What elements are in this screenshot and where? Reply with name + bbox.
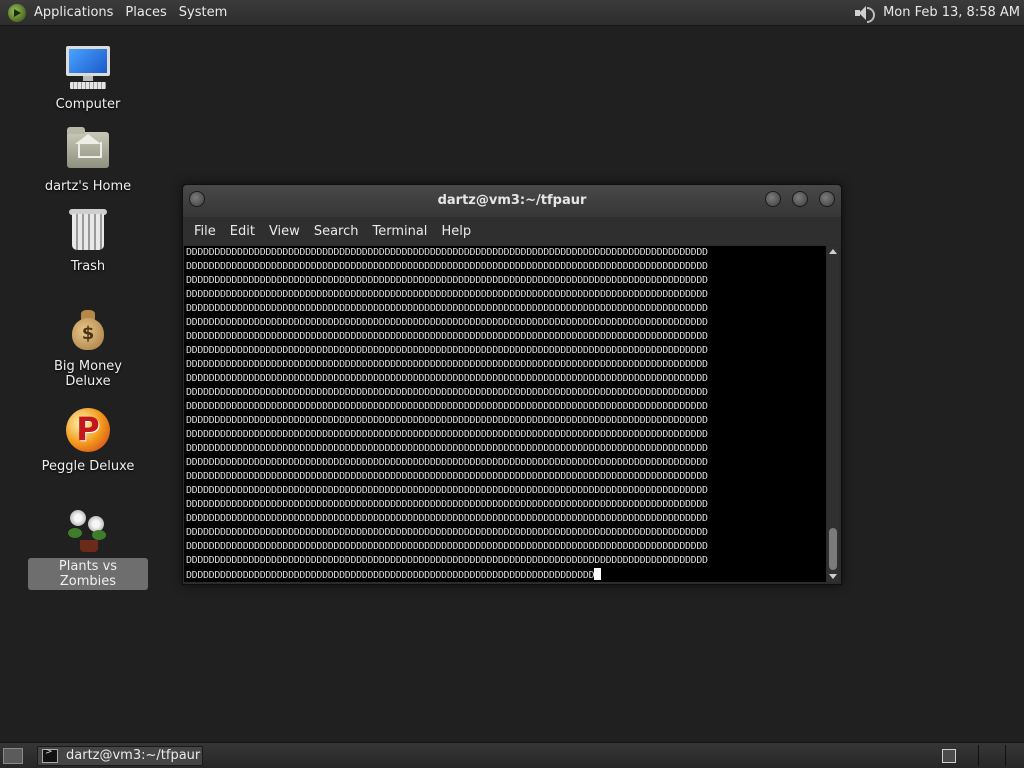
home-folder-icon [64, 126, 112, 174]
clock[interactable]: Mon Feb 13, 8:58 AM [883, 5, 1020, 20]
menu-view[interactable]: View [269, 224, 300, 239]
desktop-icon-computer[interactable]: Computer [28, 44, 148, 113]
minimize-button[interactable] [765, 191, 781, 207]
menu-edit[interactable]: Edit [230, 224, 255, 239]
trash-icon [64, 206, 112, 254]
places-menu[interactable]: Places [125, 5, 174, 20]
computer-icon [64, 44, 112, 92]
scroll-down-arrow-icon[interactable] [829, 574, 837, 579]
desktop-icon-label: dartz's Home [44, 179, 132, 194]
applications-menu[interactable]: Applications [34, 5, 121, 20]
desktop-icon-trash[interactable]: Trash [28, 206, 148, 275]
scrollbar-thumb[interactable] [829, 528, 837, 570]
show-desktop-icon[interactable] [3, 747, 23, 764]
top-panel-tray: Mon Feb 13, 8:58 AM [853, 0, 1020, 25]
terminal-window[interactable]: dartz@vm3:~/tfpaur File Edit View Search… [182, 184, 842, 585]
window-title: dartz@vm3:~/tfpaur [437, 193, 587, 208]
menu-help[interactable]: Help [441, 224, 471, 239]
close-button[interactable] [819, 191, 835, 207]
bottom-panel: dartz@vm3:~/tfpaur [0, 742, 1024, 768]
taskbar-window-button[interactable]: dartz@vm3:~/tfpaur [37, 745, 203, 766]
top-panel: Applications Places System Mon Feb 13, 8… [0, 0, 1024, 26]
menu-file[interactable]: File [194, 224, 216, 239]
terminal-scrollbar[interactable] [827, 246, 839, 582]
terminal-icon [42, 747, 58, 763]
desktop-icon-big-money[interactable]: $ Big Money Deluxe [28, 306, 148, 390]
maximize-button[interactable] [792, 191, 808, 207]
taskbar-window-label: dartz@vm3:~/tfpaur [66, 748, 201, 763]
desktop-icon-plants-vs-zombies[interactable]: Plants vs Zombies [28, 506, 148, 590]
desktop-icon-peggle[interactable]: P Peggle Deluxe [28, 406, 148, 475]
workspace-separator [978, 745, 979, 766]
desktop-icon-label: Computer [55, 97, 121, 112]
menu-search[interactable]: Search [314, 224, 359, 239]
money-bag-icon: $ [64, 306, 112, 354]
desktop-icon-label: Peggle Deluxe [41, 459, 135, 474]
terminal-menubar: File Edit View Search Terminal Help [183, 217, 841, 245]
terminal-output[interactable]: DDDDDDDDDDDDDDDDDDDDDDDDDDDDDDDDDDDDDDDD… [184, 246, 826, 582]
plants-vs-zombies-icon [64, 506, 112, 554]
scroll-up-arrow-icon[interactable] [829, 249, 837, 254]
terminal-text: DDDDDDDDDDDDDDDDDDDDDDDDDDDDDDDDDDDDDDDD… [186, 247, 708, 581]
desktop-icon-label: Big Money Deluxe [53, 359, 122, 389]
system-menu[interactable]: System [179, 5, 235, 20]
desktop-icon-label: Plants vs Zombies [28, 558, 148, 590]
menu-terminal[interactable]: Terminal [372, 224, 427, 239]
terminal-cursor [594, 568, 602, 580]
desktop-icon-label: Trash [70, 259, 106, 274]
gnome-foot-icon[interactable] [8, 3, 26, 22]
workspace-switcher-1[interactable] [942, 749, 956, 763]
terminal-titlebar[interactable]: dartz@vm3:~/tfpaur [183, 185, 841, 217]
volume-icon[interactable] [853, 4, 876, 23]
workspace-separator [1005, 745, 1006, 766]
desktop-icon-home[interactable]: dartz's Home [28, 126, 148, 195]
peggle-icon: P [64, 406, 112, 454]
